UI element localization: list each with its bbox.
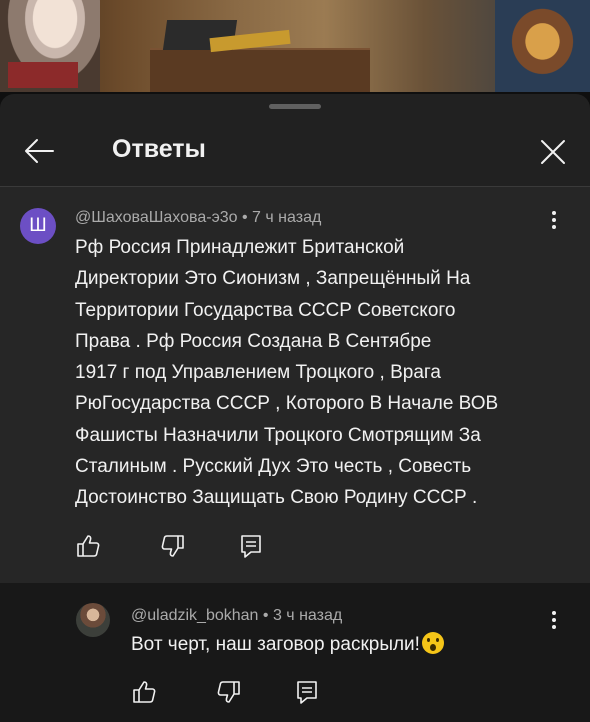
comment-line: Рф Россия Принадлежит Британской [75, 237, 405, 258]
comment-line: Директории Это Сионизм , Запрещённый На [75, 268, 471, 290]
comment-line: 1917 г под Управлением Троцкого , Врага [75, 362, 441, 384]
avatar[interactable]: Ш [20, 208, 56, 244]
reply-meta: @uladzik_bokhan • 3 ч назад [131, 607, 342, 625]
main-comment: Ш @ШаховаШахова-э3о • 7 ч назад Рф Росси… [0, 187, 590, 583]
video-desk [150, 48, 370, 92]
comment-meta: @ШаховаШахова-э3о • 7 ч назад [75, 209, 321, 227]
comment-actions [0, 533, 590, 563]
comment-line: Фашисты Назначили Троцкого Смотрящим За [75, 424, 481, 446]
meta-separator: • [241, 209, 248, 226]
comment-line: Достоинство Защищать Свою Родину СССР . [75, 487, 478, 509]
like-icon[interactable] [75, 533, 101, 559]
comment-time: 7 ч назад [252, 209, 322, 226]
dislike-icon[interactable] [160, 533, 186, 559]
sheet-header: Ответы [0, 120, 590, 184]
avatar[interactable] [76, 603, 110, 637]
comment-line: РюГосударства СССР , Которого В Начале В… [75, 393, 499, 415]
more-vert-icon[interactable] [545, 605, 563, 635]
replies-sheet: Ответы Ш @ШаховаШахова-э3о • 7 ч назад Р… [0, 94, 590, 722]
more-vert-icon[interactable] [545, 205, 563, 235]
reply-actions [0, 679, 590, 709]
reply-comment: @uladzik_bokhan • 3 ч назад Вот черт, на… [0, 583, 590, 722]
comment-line: Сталиным . Русский Дух Это честь , Совес… [75, 456, 472, 478]
reply-icon[interactable] [238, 533, 264, 559]
author-handle[interactable]: @ШаховаШахова-э3о [75, 209, 238, 226]
like-icon[interactable] [131, 679, 157, 705]
astonished-face-emoji-icon [421, 632, 444, 654]
close-icon[interactable] [538, 137, 568, 167]
reply-icon[interactable] [294, 679, 320, 705]
video-poster [495, 0, 590, 92]
video-red-binder [8, 62, 78, 88]
reply-time: 3 ч назад [272, 607, 343, 624]
video-preview[interactable] [0, 0, 590, 92]
arrow-left-icon[interactable] [22, 136, 56, 166]
comment-line: Территории Государства СССР Советского [75, 299, 456, 321]
comment-text: Рф Россия Принадлежит Британской Директо… [75, 232, 545, 514]
dislike-icon[interactable] [216, 679, 242, 705]
reply-text-row: Вот черт, наш заговор раскрыли! [131, 631, 444, 659]
author-handle[interactable]: @uladzik_bokhan [131, 607, 258, 624]
sheet-title: Ответы [112, 135, 206, 163]
drag-handle[interactable] [269, 104, 321, 109]
comment-line: Права . Рф Россия Создана В Сентябре [75, 330, 432, 352]
meta-separator: • [262, 607, 269, 624]
reply-text: Вот черт, наш заговор раскрыли! [131, 634, 420, 655]
